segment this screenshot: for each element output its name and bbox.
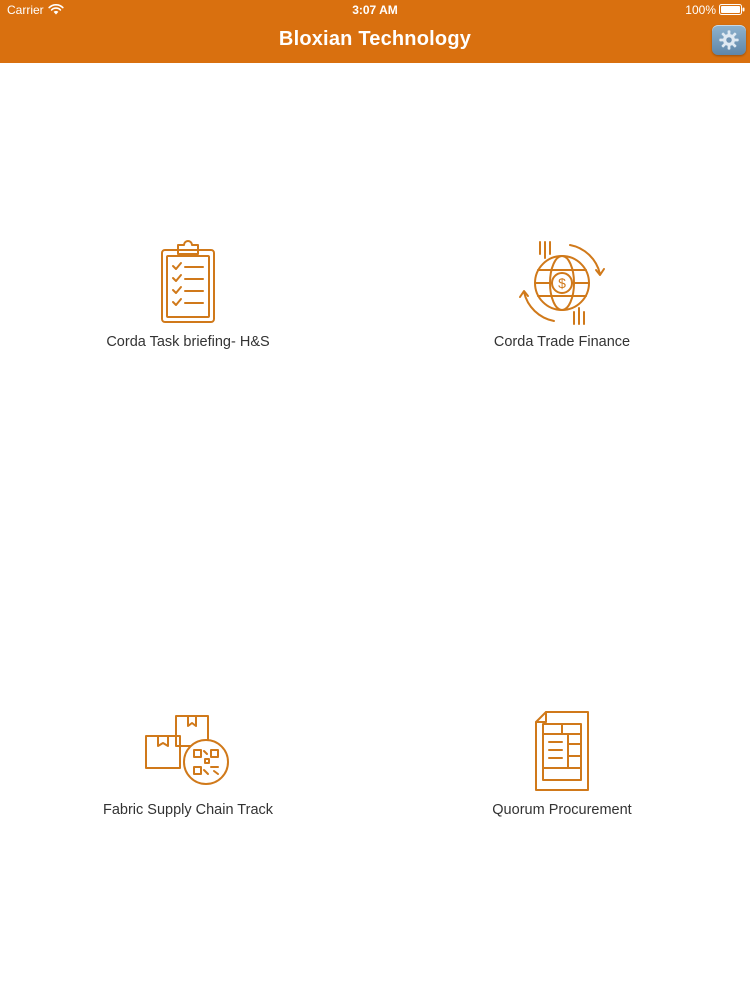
tile-label: Corda Trade Finance [493, 334, 631, 350]
nav-bar: Carrier 3:07 AM 100% Bloxian Technology [0, 0, 750, 63]
tile-label: Corda Task briefing- H&S [106, 334, 270, 350]
battery-icon [719, 4, 745, 15]
globe-dollar-exchange-icon: $ [512, 238, 612, 328]
tile-fabric-supply-chain[interactable]: Fabric Supply Chain Track [38, 706, 338, 836]
document-form-icon [512, 706, 612, 796]
settings-button[interactable] [712, 25, 746, 55]
battery-percent: 100% [685, 3, 716, 17]
status-time: 3:07 AM [352, 3, 398, 17]
gear-icon [719, 30, 739, 50]
clipboard-checklist-icon [138, 238, 238, 328]
tile-quorum-procurement[interactable]: Quorum Procurement [412, 706, 712, 836]
boxes-qr-code-icon [138, 706, 238, 796]
svg-text:$: $ [558, 275, 566, 291]
home-screen: Carrier 3:07 AM 100% Bloxian Technology [0, 0, 750, 1000]
page-title: Bloxian Technology [278, 28, 472, 50]
tile-corda-task-briefing[interactable]: Corda Task briefing- H&S [38, 238, 338, 368]
tile-label: Fabric Supply Chain Track [102, 802, 274, 818]
tile-label: Quorum Procurement [492, 802, 632, 818]
tile-corda-trade-finance[interactable]: $ Corda Trade Finance [412, 238, 712, 368]
